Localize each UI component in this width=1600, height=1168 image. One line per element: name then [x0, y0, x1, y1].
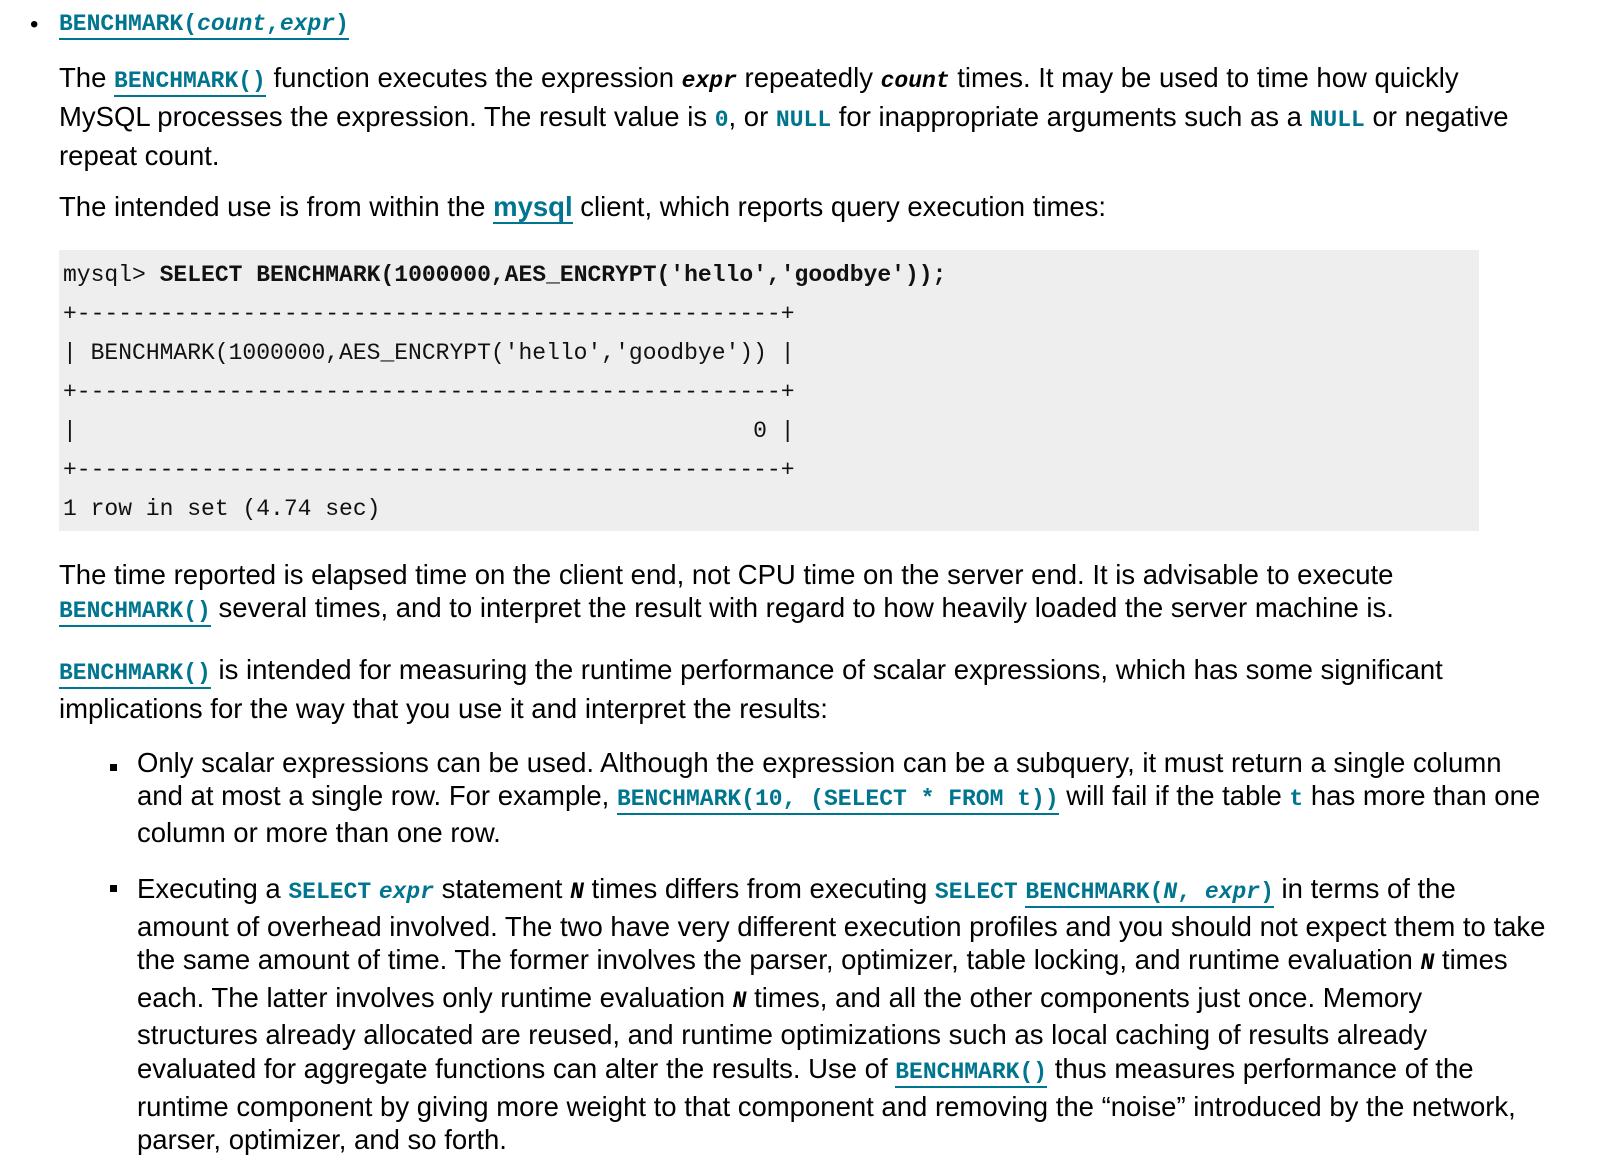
benchmark-link[interactable]: BENCHMARK() — [895, 1058, 1048, 1088]
select-link[interactable]: SELECT — [288, 879, 371, 906]
zero-literal: 0 — [714, 107, 729, 133]
function-heading[interactable]: BENCHMARK(count,expr) — [59, 3, 349, 42]
timing-paragraph: The time reported is elapsed time on the… — [59, 558, 1509, 628]
code-line-footer: 1 row in set (4.74 sec) — [63, 496, 381, 522]
scalar-paragraph: BENCHMARK() is intended for measuring th… — [59, 654, 1443, 724]
benchmark-n-expr-link[interactable]: BENCHMARK(N, expr) — [1025, 879, 1274, 908]
description-paragraph: The BENCHMARK() function executes the ex… — [59, 62, 1509, 171]
null-literal-2: NULL — [1309, 107, 1365, 133]
usage-paragraph: The intended use is from within the mysq… — [59, 191, 1107, 224]
select-link-2[interactable]: SELECT — [935, 879, 1018, 906]
code-line-result: | 0 | — [63, 418, 795, 444]
code-line-border: +---------------------------------------… — [63, 301, 795, 327]
benchmark-link[interactable]: BENCHMARK() — [59, 598, 211, 627]
list-square-bullet — [110, 885, 117, 892]
benchmark-link[interactable]: BENCHMARK() — [59, 660, 211, 689]
code-line-border: +---------------------------------------… — [63, 379, 795, 405]
benchmark-heading-link[interactable]: BENCHMARK(count,expr) — [59, 11, 349, 40]
list-bullet: • — [30, 11, 39, 38]
code-line-query: mysql> SELECT BENCHMARK(1000000,AES_ENCR… — [63, 262, 947, 288]
code-line-header: | BENCHMARK(1000000,AES_ENCRYPT('hello',… — [63, 340, 795, 366]
null-literal: NULL — [775, 107, 832, 133]
mysql-client-link[interactable]: mysql — [493, 191, 573, 224]
list-item-overhead: Executing a SELECT expr statement N time… — [137, 873, 1546, 1156]
expr-param: expr — [681, 68, 737, 94]
table-t-literal: t — [1289, 786, 1304, 812]
code-line-border: +---------------------------------------… — [63, 457, 795, 483]
code-example: mysql> SELECT BENCHMARK(1000000,AES_ENCR… — [59, 250, 1479, 531]
list-item-scalar: Only scalar expressions can be used. Alt… — [137, 747, 1541, 848]
list-square-bullet — [110, 764, 117, 771]
benchmark-subquery-link[interactable]: BENCHMARK(10, (SELECT * FROM t)) — [616, 786, 1059, 815]
count-param: count — [880, 68, 950, 94]
benchmark-link[interactable]: BENCHMARK() — [114, 68, 266, 97]
